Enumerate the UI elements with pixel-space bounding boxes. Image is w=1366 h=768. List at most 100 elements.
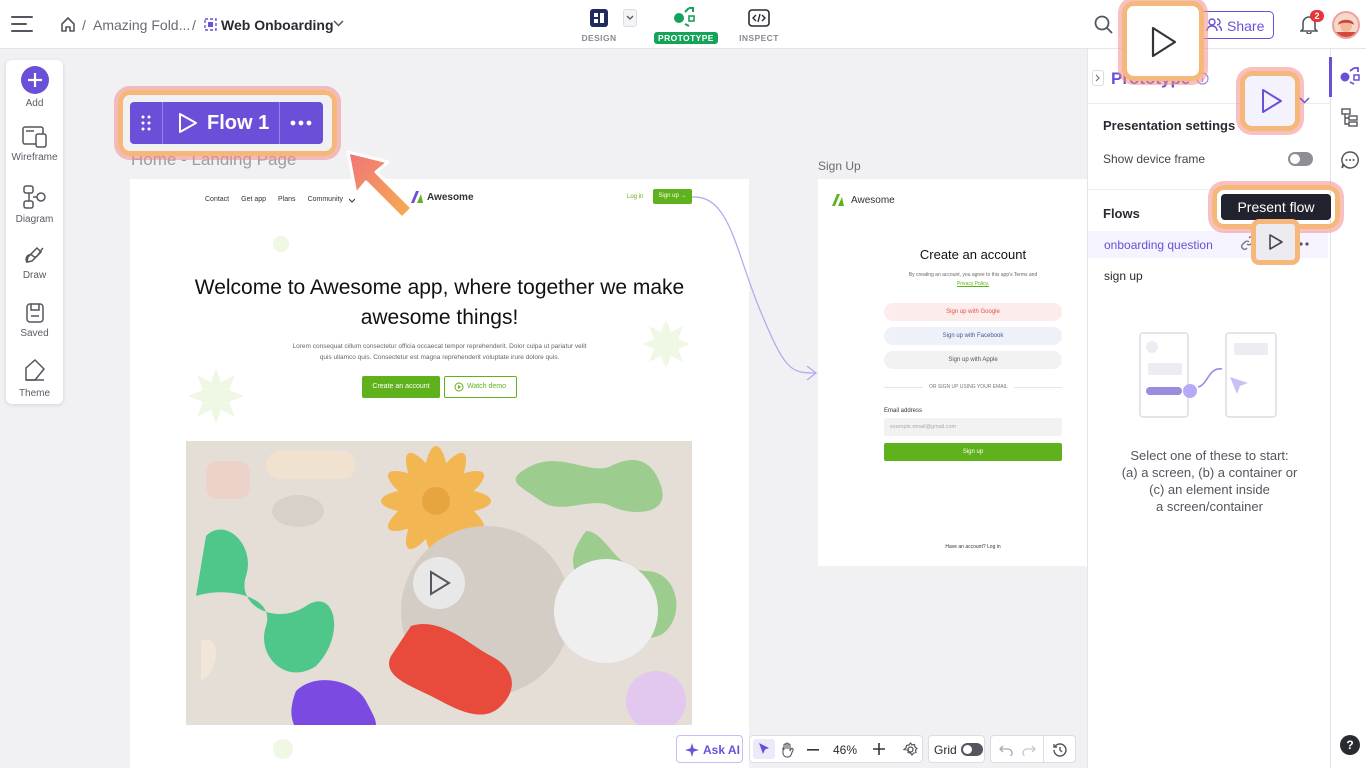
terms-line1: By creating an account, you agree to thi… [908,272,1038,278]
more-icon[interactable] [290,120,312,126]
history-icon[interactable] [1052,742,1068,758]
design-dropdown[interactable] [623,9,637,27]
grid-toggle[interactable] [961,743,983,756]
share-label: Share [1227,18,1265,34]
chevron-down-icon[interactable] [333,20,344,28]
awesome-logo-icon [831,193,845,207]
draw-tool[interactable]: Draw [6,244,63,281]
nav-plans[interactable]: Plans [278,196,296,203]
tool-label: Wireframe [11,152,58,163]
divider [1043,736,1044,762]
divider [162,102,163,144]
help-icon[interactable]: ? [1340,735,1360,755]
avatar[interactable] [1332,11,1360,39]
saved-tool[interactable]: Saved [6,302,63,339]
signup-frame[interactable]: Awesome Create an account By creating an… [818,179,1087,566]
flows-heading: Flows [1103,206,1140,221]
frame-title-signup[interactable]: Sign Up [818,159,861,173]
sparkle-icon [685,743,699,757]
prototype-panel: Prototype Presentation settings Show dev… [1087,49,1331,768]
design-icon [590,9,608,27]
home-icon[interactable] [60,16,76,32]
redo-icon[interactable] [1022,744,1036,756]
minus-icon[interactable] [807,749,819,751]
people-icon [1206,18,1222,32]
present-button-highlight [1122,1,1204,81]
search-icon[interactable] [1094,15,1114,35]
create-account-button[interactable]: Create an account [362,376,440,398]
nav-community[interactable]: Community [308,196,343,203]
prototype-icon[interactable] [1339,66,1361,86]
flow-chip[interactable]: Flow 1 [130,102,323,144]
pointer-arrow-icon [346,150,414,220]
signup-heading: Create an account [919,247,1027,262]
code-icon [748,9,770,27]
home-signup-button[interactable]: Sign up → [653,189,692,204]
project-name[interactable]: Web Onboarding [221,17,334,33]
presentation-settings-heading: Presentation settings [1103,118,1236,133]
drag-handle-icon[interactable] [140,114,152,132]
play-icon[interactable] [1268,233,1284,251]
home-nav: Contact Get app Plans Community [205,196,343,203]
signup-submit-button[interactable]: Sign up [884,443,1062,461]
plus-icon[interactable] [873,743,885,755]
play-circle-icon [454,382,464,392]
present-flow-tooltip: Present flow [1221,194,1331,220]
ask-ai-button[interactable]: Ask AI [676,735,743,763]
hand-icon[interactable] [780,742,794,758]
watch-demo-label: Watch demo [467,383,507,390]
tab-inspect[interactable]: INSPECT [729,6,789,46]
play-icon[interactable] [1260,88,1284,114]
home-frame[interactable]: Contact Get app Plans Community Awesome … [130,179,749,768]
flow-chip-highlight: Flow 1 [118,90,337,156]
empty-state-line1: Select one of these to start: [1130,448,1289,463]
breadcrumb-folder[interactable]: Amazing Fold... [93,17,190,33]
empty-state-line4: a screen/container [1156,499,1263,514]
home-login-link[interactable]: Log in [627,194,643,200]
tab-inspect-label: INSPECT [739,33,779,43]
tab-design-label: DESIGN [581,33,617,43]
tool-label: Add [25,98,44,109]
tool-label: Saved [20,328,49,339]
flow-item-signup[interactable]: sign up [1104,269,1143,283]
nav-get-app[interactable]: Get app [241,196,266,203]
google-signup-button[interactable]: Sign up with Google [884,303,1062,321]
flow-connector[interactable] [690,190,820,460]
tab-design[interactable]: DESIGN [569,6,629,46]
add-tool[interactable]: Add [6,66,63,109]
flow-play-highlight [1251,219,1300,265]
show-device-frame-label: Show device frame [1103,152,1206,166]
breadcrumb-separator: / [192,17,196,33]
zoom-level[interactable]: 46% [833,743,857,757]
home-body-line2: quis ullamco quis. Consectetur est magna… [319,354,560,361]
facebook-signup-button[interactable]: Sign up with Facebook [884,327,1062,345]
breadcrumb-separator: / [82,17,86,33]
collapse-panel-button[interactable] [1092,70,1104,86]
cursor-tool[interactable] [753,739,775,759]
play-icon[interactable] [178,112,198,134]
comment-icon[interactable] [1340,150,1360,170]
apple-signup-button[interactable]: Sign up with Apple [884,351,1062,369]
flow-item-onboarding[interactable]: onboarding question [1104,238,1213,252]
terms-line2[interactable]: Privacy Policy. [818,280,1128,289]
grid-label: Grid [934,743,957,757]
layers-icon[interactable] [1341,108,1359,128]
nav-contact[interactable]: Contact [205,196,229,203]
undo-icon[interactable] [999,744,1013,756]
menu-icon[interactable] [11,14,33,34]
email-field[interactable]: example.email@gmail.com [884,418,1062,436]
watch-demo-button[interactable]: Watch demo [444,376,517,398]
diagram-tool[interactable]: Diagram [6,184,63,225]
decorative-blob [188,368,244,424]
show-device-frame-toggle[interactable] [1288,152,1313,166]
chevron-down-icon[interactable] [1299,97,1310,105]
share-button[interactable]: Share [1196,11,1274,39]
play-icon[interactable] [1149,25,1179,59]
theme-tool[interactable]: Theme [6,358,63,399]
settings-icon[interactable] [903,742,918,757]
tab-prototype[interactable]: PROTOTYPE [654,6,718,46]
more-icon[interactable] [1299,242,1311,246]
wireframe-tool[interactable]: Wireframe [6,126,63,163]
flow-chip-label[interactable]: Flow 1 [207,112,269,135]
tool-label: Theme [18,388,51,399]
